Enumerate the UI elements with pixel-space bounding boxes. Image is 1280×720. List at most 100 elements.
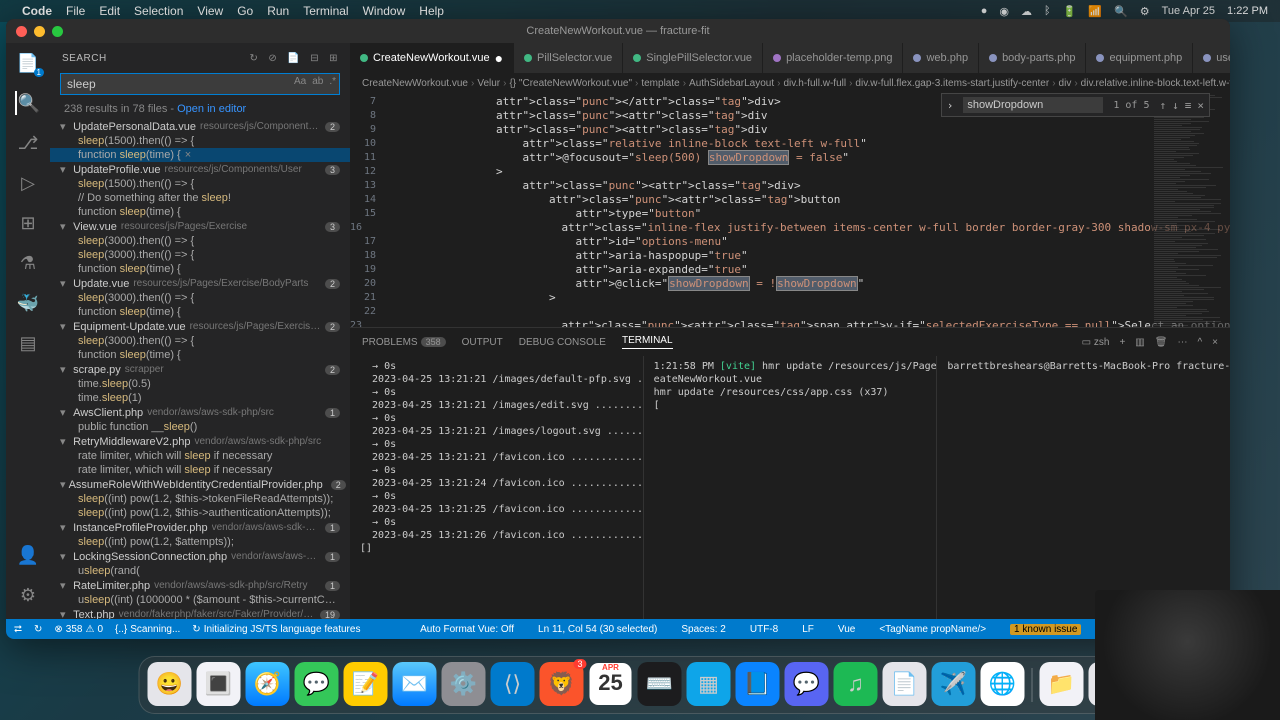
app-name[interactable]: Code	[22, 4, 52, 18]
search-file-header[interactable]: ▾ Update.vueresources/js/Pages/Exercise/…	[50, 276, 350, 291]
menu-terminal[interactable]: Terminal	[303, 4, 348, 18]
errors-count[interactable]: ⊗ 358 ⚠ 0	[54, 624, 103, 635]
search-result-line[interactable]: sleep(1500).then(() => {	[50, 134, 350, 148]
menubar-wifi-icon[interactable]: 📶	[1088, 5, 1102, 18]
search-file-header[interactable]: ▾ RateLimiter.phpvendor/aws/aws-sdk-php/…	[50, 578, 350, 593]
breadcrumb-segment[interactable]: div.w-full.flex.gap-3.items-start.justif…	[855, 78, 1049, 89]
close-window-button[interactable]	[16, 26, 27, 37]
refresh-icon[interactable]: ↻	[249, 53, 258, 64]
search-file-header[interactable]: ▾ scrape.pyscrapper2	[50, 362, 350, 377]
find-input[interactable]	[963, 97, 1103, 113]
editor-tab[interactable]: equipment.php	[1086, 43, 1193, 73]
breadcrumb-segment[interactable]: {} "CreateNewWorkout.vue"	[509, 78, 632, 89]
tab-problems[interactable]: PROBLEMS358	[362, 337, 446, 348]
search-file-header[interactable]: ▾ UpdatePersonalData.vueresources/js/Com…	[50, 119, 350, 134]
remote-indicator[interactable]: ⮂	[14, 624, 22, 635]
autoformat-status[interactable]: Auto Format Vue: Off	[420, 624, 514, 635]
terminal-more-icon[interactable]: ⋯	[1177, 337, 1187, 348]
search-result-line[interactable]: usleep(rand(	[50, 564, 350, 578]
menubar-date[interactable]: Tue Apr 25	[1162, 5, 1215, 17]
dock-safari[interactable]: 🧭	[246, 662, 290, 706]
search-result-line[interactable]: time.sleep(0.5)	[50, 377, 350, 391]
encoding[interactable]: UTF-8	[750, 624, 778, 635]
search-result-line[interactable]: sleep((int) pow(1.2, $this->authenticati…	[50, 506, 350, 520]
menubar-spotlight-icon[interactable]: 🔍	[1114, 5, 1128, 18]
eol[interactable]: LF	[802, 624, 814, 635]
tagname-hint[interactable]: <TagName propName/>	[879, 624, 986, 635]
explorer-icon[interactable]: 📄1	[16, 51, 40, 75]
find-close-icon[interactable]: ×	[1197, 99, 1204, 112]
terminal-shell-label[interactable]: ▭ zsh	[1082, 337, 1110, 348]
dock-spotify[interactable]: ♫	[834, 662, 878, 706]
search-result-line[interactable]: sleep(3000).then(() => {	[50, 291, 350, 305]
search-result-line[interactable]: function sleep(time) {	[50, 348, 350, 362]
run-debug-icon[interactable]: ▷	[16, 171, 40, 195]
terminal-maximize-icon[interactable]: ^	[1197, 337, 1202, 348]
dock-notes[interactable]: 📝	[344, 662, 388, 706]
editor-tab[interactable]: user-profile.php	[1193, 43, 1230, 73]
search-file-header[interactable]: ▾ UpdateProfile.vueresources/js/Componen…	[50, 162, 350, 177]
tab-terminal[interactable]: TERMINAL	[622, 335, 673, 349]
dismiss-icon[interactable]: ×	[181, 149, 195, 161]
breadcrumbs[interactable]: CreateNewWorkout.vue›Velur›{} "CreateNew…	[350, 73, 1230, 93]
dock-discord[interactable]: 💬	[785, 662, 829, 706]
settings-icon[interactable]: ⚙	[16, 583, 40, 607]
dock-messages[interactable]: 💬	[295, 662, 339, 706]
search-result-line[interactable]: usleep((int) (1000000 * ($amount - $this…	[50, 593, 350, 607]
menubar-control-center-icon[interactable]: ⚙	[1140, 5, 1150, 18]
database-icon[interactable]: ▤	[16, 331, 40, 355]
known-issues[interactable]: 1 known issue	[1010, 624, 1081, 635]
menu-go[interactable]: Go	[237, 4, 253, 18]
search-file-header[interactable]: ▾ RetryMiddlewareV2.phpvendor/aws/aws-sd…	[50, 434, 350, 449]
match-case-icon[interactable]: Aa	[294, 76, 306, 87]
regex-icon[interactable]: .*	[329, 76, 336, 87]
menubar-battery-icon[interactable]: 🔋	[1063, 5, 1077, 18]
find-next-icon[interactable]: ↓	[1172, 99, 1179, 112]
tab-output[interactable]: OUTPUT	[462, 337, 503, 348]
breadcrumb-segment[interactable]: div.relative.inline-block.text-left.w-fu…	[1081, 78, 1230, 89]
find-chevron-icon[interactable]: ›	[947, 99, 954, 112]
dock-finder[interactable]: 😀	[148, 662, 192, 706]
indentation[interactable]: Spaces: 2	[681, 624, 725, 635]
menubar-time[interactable]: 1:22 PM	[1227, 5, 1268, 17]
menu-file[interactable]: File	[66, 4, 85, 18]
terminal-split-icon[interactable]: ▥	[1135, 337, 1144, 348]
search-result-line[interactable]: time.sleep(1)	[50, 391, 350, 405]
editor-tab[interactable]: CreateNewWorkout.vue●	[350, 43, 514, 73]
terminal-body[interactable]: → 0s 2023-04-25 13:21:21 /images/default…	[350, 356, 1230, 619]
dock-terminal[interactable]: ⌨️	[638, 662, 682, 706]
sync-icon[interactable]: ↻	[34, 624, 42, 635]
menubar-discord-icon[interactable]: ◉	[999, 5, 1009, 18]
breadcrumb-segment[interactable]: div	[1059, 78, 1072, 89]
editor-tab[interactable]: body-parts.php	[979, 43, 1086, 73]
search-results-list[interactable]: ▾ UpdatePersonalData.vueresources/js/Com…	[50, 119, 350, 619]
testing-icon[interactable]: ⚗	[16, 251, 40, 275]
search-result-line[interactable]: // Do something after the sleep!	[50, 191, 350, 205]
cursor-position[interactable]: Ln 11, Col 54 (30 selected)	[538, 624, 657, 635]
menu-window[interactable]: Window	[363, 4, 406, 18]
minimize-window-button[interactable]	[34, 26, 45, 37]
collapse-icon[interactable]: ⊟	[310, 53, 319, 64]
menubar-cloud-icon[interactable]: ☁	[1021, 5, 1032, 18]
dock-launchpad[interactable]: 🔳	[197, 662, 241, 706]
search-result-line[interactable]: sleep((int) pow(1.2, $this->tokenFileRea…	[50, 492, 350, 506]
search-result-line[interactable]: public function __sleep()	[50, 420, 350, 434]
search-result-line[interactable]: sleep((int) pow(1.2, $attempts));	[50, 535, 350, 549]
editor-tab[interactable]: web.php	[903, 43, 979, 73]
search-file-header[interactable]: ▾ View.vueresources/js/Pages/Exercise3	[50, 219, 350, 234]
search-result-line[interactable]: function sleep(time) {×	[50, 148, 350, 162]
dock-chrome[interactable]: 🌐	[981, 662, 1025, 706]
tab-debug-console[interactable]: DEBUG CONSOLE	[519, 337, 606, 348]
menu-selection[interactable]: Selection	[134, 4, 183, 18]
search-result-line[interactable]: sleep(3000).then(() => {	[50, 234, 350, 248]
open-in-editor-link[interactable]: Open in editor	[177, 103, 246, 115]
editor-tab[interactable]: SinglePillSelector.vue	[623, 43, 763, 73]
language-mode[interactable]: Vue	[838, 624, 855, 635]
search-result-line[interactable]: sleep(3000).then(() => {	[50, 248, 350, 262]
search-file-header[interactable]: ▾ InstanceProfileProvider.phpvendor/aws/…	[50, 520, 350, 535]
terminal-trash-icon[interactable]: 🗑	[1155, 337, 1168, 348]
account-icon[interactable]: 👤	[16, 543, 40, 567]
menu-run[interactable]: Run	[267, 4, 289, 18]
menu-view[interactable]: View	[197, 4, 223, 18]
find-selection-icon[interactable]: ≡	[1185, 99, 1192, 112]
